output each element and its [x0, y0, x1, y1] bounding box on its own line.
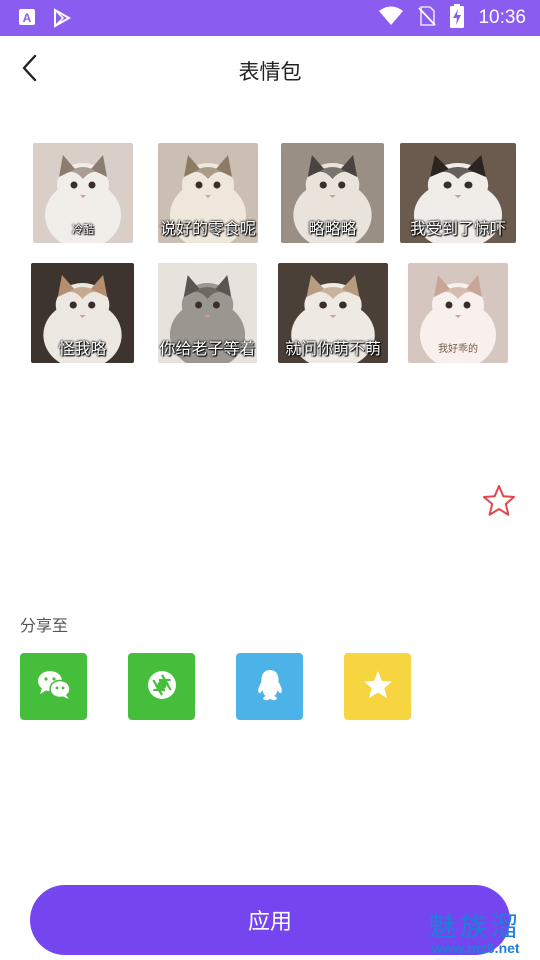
moments-shutter-icon	[146, 669, 178, 705]
sticker-item[interactable]: 怪我咯	[31, 263, 134, 363]
watermark-name: 魅族溜	[429, 912, 522, 943]
status-bar: A 10:36	[0, 0, 540, 36]
sticker-item[interactable]: 冷酷	[33, 143, 133, 243]
sticker-caption: 我好乖的	[438, 344, 478, 355]
watermark-logo: 魅族溜 www.mz6.net	[429, 914, 522, 955]
sticker-caption: 说好的零食呢	[159, 219, 256, 238]
play-store-icon	[52, 8, 72, 32]
wechat-icon	[36, 669, 72, 705]
sticker-item[interactable]: 就问你萌不萌	[278, 263, 388, 363]
sticker-item[interactable]: 略略略	[281, 143, 384, 243]
app-a-icon: A	[18, 8, 36, 32]
status-right-icons: 10:36	[378, 0, 526, 36]
sticker-caption: 略略略	[308, 219, 357, 238]
share-moments-button[interactable]	[128, 653, 195, 720]
no-sim-icon	[418, 5, 437, 31]
qq-penguin-icon	[256, 668, 284, 706]
share-favorites-button[interactable]	[344, 653, 411, 720]
battery-charging-icon	[450, 4, 465, 32]
share-label: 分享至	[20, 616, 69, 635]
star-outline-icon	[481, 483, 517, 523]
sticker-caption: 我受到了惊吓	[409, 219, 506, 238]
page-title: 表情包	[238, 60, 302, 84]
favorite-button[interactable]	[480, 484, 518, 522]
app-bar: 表情包	[0, 36, 540, 104]
sticker-caption: 你给老子等着	[159, 339, 256, 358]
sticker-item[interactable]: 你给老子等着	[158, 263, 257, 363]
sticker-caption: 怪我咯	[58, 339, 107, 358]
svg-text:A: A	[23, 11, 32, 25]
share-qq-button[interactable]	[236, 653, 303, 720]
wifi-icon	[378, 6, 404, 30]
sticker-item[interactable]: 我好乖的	[408, 263, 508, 363]
sticker-item[interactable]: 说好的零食呢	[158, 143, 258, 243]
status-left-icons: A	[18, 8, 72, 32]
sticker-caption: 就问你萌不萌	[284, 339, 381, 358]
share-wechat-button[interactable]	[20, 653, 87, 720]
status-time: 10:36	[478, 7, 526, 28]
watermark-url: www.mz6.net	[431, 940, 520, 956]
sticker-item[interactable]: 我受到了惊吓	[400, 143, 516, 243]
share-row	[20, 653, 411, 720]
sticker-caption: 冷酷	[72, 223, 94, 236]
star-icon	[362, 669, 394, 705]
